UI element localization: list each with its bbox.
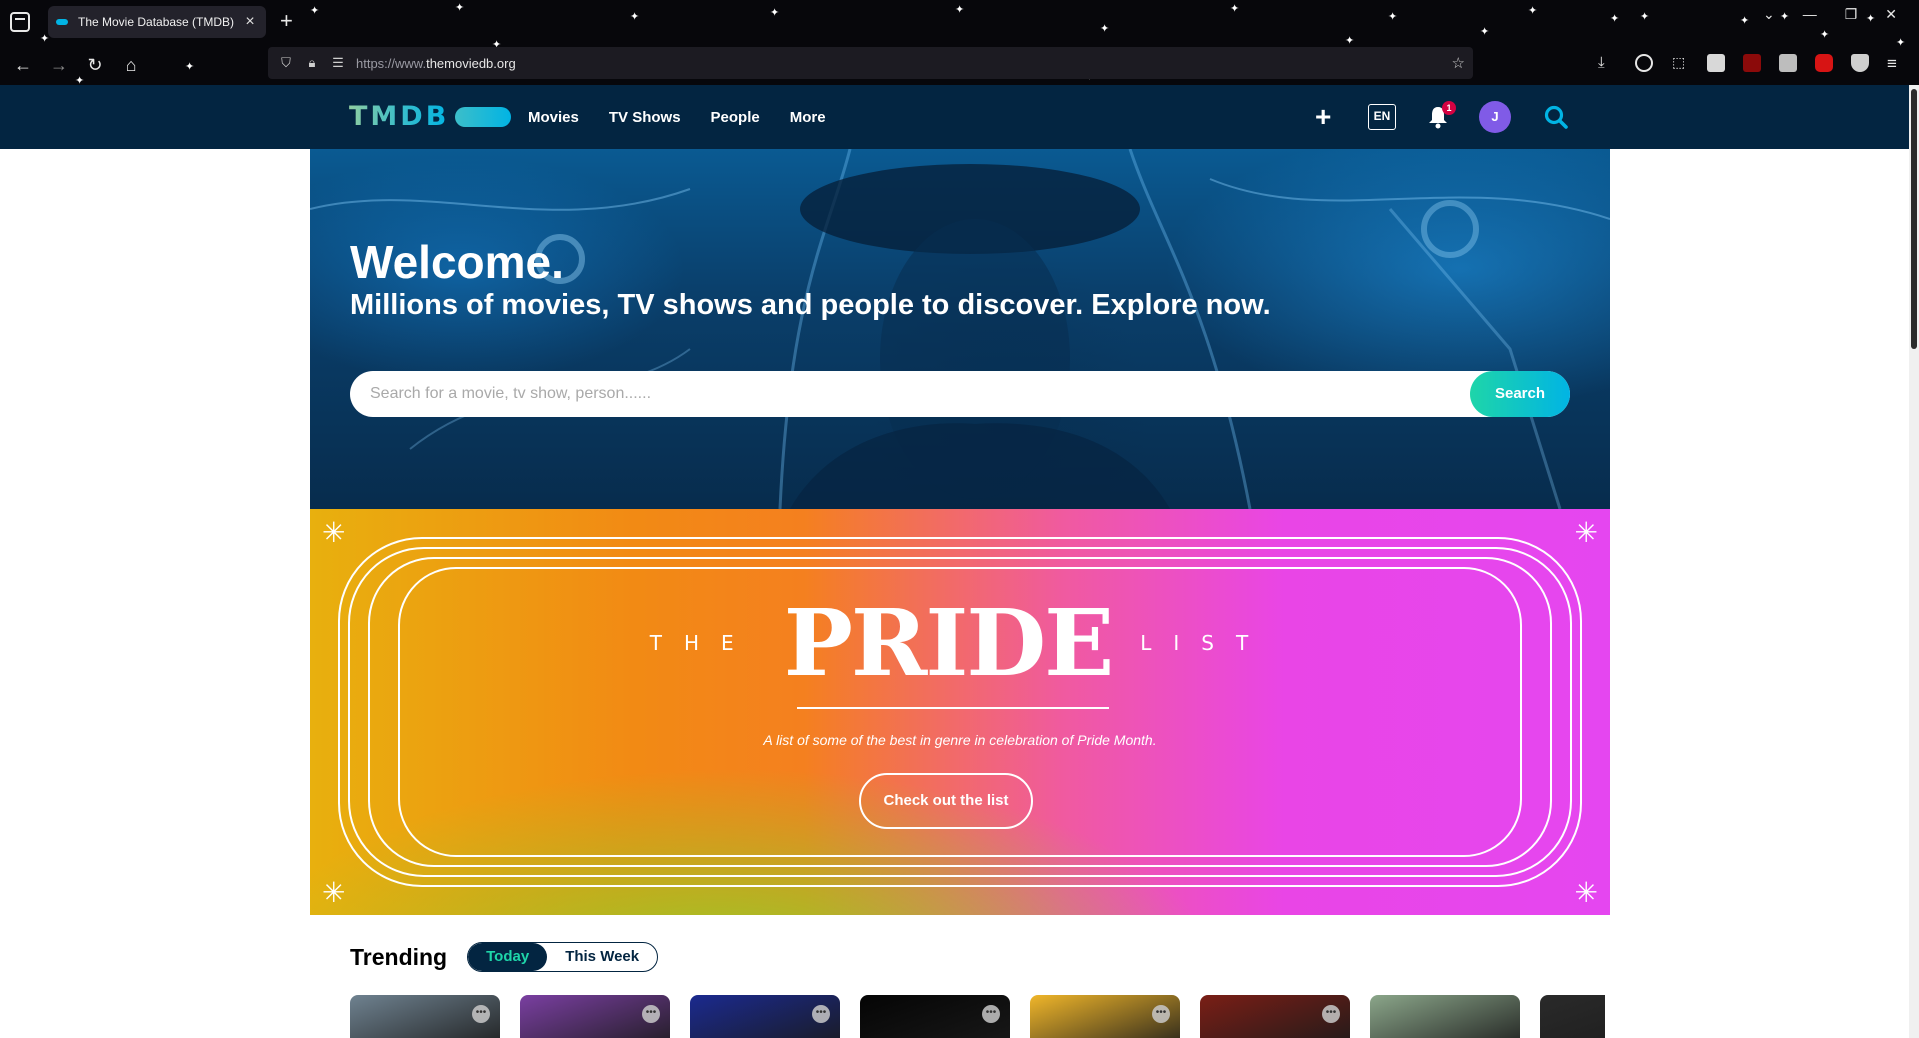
new-tab-button[interactable]: + [280,8,293,34]
extension-k-icon[interactable] [1779,54,1797,72]
search-icon[interactable] [1543,104,1569,130]
permissions-icon[interactable]: ☰ [330,55,346,71]
notifications-bell-icon[interactable]: 1 [1428,101,1456,129]
download-icon[interactable]: ⤓ [1598,54,1616,72]
scrollbar-thumb[interactable] [1911,89,1917,349]
hero-section: Welcome. Millions of movies, TV shows an… [310,149,1610,509]
shield-icon[interactable]: ⛉ [278,55,294,71]
back-icon[interactable]: ← [10,52,36,78]
url-text[interactable]: https://www.themoviedb.org [356,56,516,71]
page-scrollbar[interactable] [1909,85,1919,1038]
search-button[interactable]: Search [1470,371,1570,417]
add-plus-icon[interactable]: + [1315,85,1331,149]
pride-description: A list of some of the best in genre in c… [763,732,1157,748]
pride-the: THE [649,631,756,655]
more-options-icon[interactable]: ••• [472,1005,490,1023]
pride-list: LIST [1140,631,1271,655]
pride-banner: ✳ ✳ ✳ ✳ THE PRIDE LIST A list of some of… [310,509,1610,915]
movie-card[interactable]: ••• [860,995,1010,1038]
menu-movies[interactable]: Movies [528,109,579,126]
restore-icon[interactable]: ❐ [1845,6,1858,23]
pride-title: PRIDE [783,589,1115,697]
movie-card[interactable]: ••• [350,995,500,1038]
site-header: TMDB Movies TV Shows People More + EN 1 … [0,85,1919,149]
language-button[interactable]: EN [1368,104,1396,130]
tab-title: The Movie Database (TMDB) [78,15,235,29]
menu-tv-shows[interactable]: TV Shows [609,109,681,126]
close-icon[interactable]: × [242,13,258,31]
browser-chrome: ✦✦✦✦✦✦✦✦✦✦✦✦✦✦✦✦✦✦✦✦✦✦✦✦✦✦ The Movie Dat… [0,0,1919,85]
movie-card[interactable]: ••• [1200,995,1350,1038]
url-bar[interactable]: ⛉ 🔒︎ ☰ https://www.themoviedb.org ☆ [268,47,1473,79]
ublock-icon[interactable] [1743,54,1761,72]
tmdb-logo[interactable]: TMDB [349,101,512,132]
hero-subtitle: Millions of movies, TV shows and people … [350,289,1271,321]
sparkle-icon: ✳ [1574,516,1598,549]
tab-bar: The Movie Database (TMDB) × + ⌄ — ❐ ✕ [0,0,1919,44]
menu-icon[interactable]: ≡ [1887,54,1905,73]
trending-header: Trending Today This Week [350,942,659,972]
toggle-this-week[interactable]: This Week [547,943,657,971]
trending-title: Trending [350,943,448,970]
toggle-today[interactable]: Today [468,943,548,971]
movie-card[interactable] [1540,995,1605,1038]
extension-icon[interactable] [1707,54,1725,72]
logo-text: TMDB [349,101,450,132]
sparkle-icon: ✳ [322,876,346,909]
account-icon[interactable] [1635,54,1653,72]
reload-icon[interactable]: ↻ [82,52,108,78]
notification-badge: 1 [1442,101,1456,115]
avatar[interactable]: J [1479,101,1511,133]
pride-heading: THE PRIDE LIST [310,593,1610,693]
hero-text: Welcome. Millions of movies, TV shows an… [350,237,1570,323]
window-close-icon[interactable]: ✕ [1885,6,1897,23]
window-controls: ⌄ — ❐ ✕ [1763,6,1919,23]
trending-cards: ••• ••• ••• ••• ••• ••• [350,995,1605,1038]
pride-divider [797,707,1109,709]
extensions-icon[interactable]: ⬚ [1672,54,1690,72]
sparkle-icon: ✳ [322,516,346,549]
tab-tmdb[interactable]: The Movie Database (TMDB) × [48,6,266,38]
trending-toggle: Today This Week [467,942,659,972]
youtube-icon[interactable] [1815,54,1833,72]
check-out-list-button[interactable]: Check out the list [859,773,1033,829]
logo-pill-icon [455,106,512,127]
forward-icon[interactable]: → [46,52,72,78]
chevron-down-icon[interactable]: ⌄ [1763,6,1775,23]
main-menu: Movies TV Shows People More [528,85,826,149]
movie-card[interactable]: ••• [1030,995,1180,1038]
shield-extension-icon[interactable] [1851,54,1869,72]
more-options-icon[interactable]: ••• [812,1005,830,1023]
tmdb-favicon-icon [56,19,68,25]
movie-card[interactable] [1370,995,1520,1038]
hero-title: Welcome. [350,236,564,288]
tab-list-icon[interactable] [10,12,30,32]
hero-search-bar: Search [350,371,1570,417]
sparkle-icon: ✳ [1574,876,1598,909]
hero-background-image [310,149,1610,509]
more-options-icon[interactable]: ••• [1322,1005,1340,1023]
menu-more[interactable]: More [790,109,826,126]
more-options-icon[interactable]: ••• [642,1005,660,1023]
star-icon[interactable]: ☆ [1452,54,1465,72]
search-input[interactable] [370,371,1420,417]
movie-card[interactable]: ••• [520,995,670,1038]
movie-card[interactable]: ••• [690,995,840,1038]
more-options-icon[interactable]: ••• [982,1005,1000,1023]
more-options-icon[interactable]: ••• [1152,1005,1170,1023]
lock-icon[interactable]: 🔒︎ [304,55,320,71]
home-icon[interactable]: ⌂ [118,52,144,78]
minimize-icon[interactable]: — [1803,6,1817,23]
menu-people[interactable]: People [711,109,760,126]
